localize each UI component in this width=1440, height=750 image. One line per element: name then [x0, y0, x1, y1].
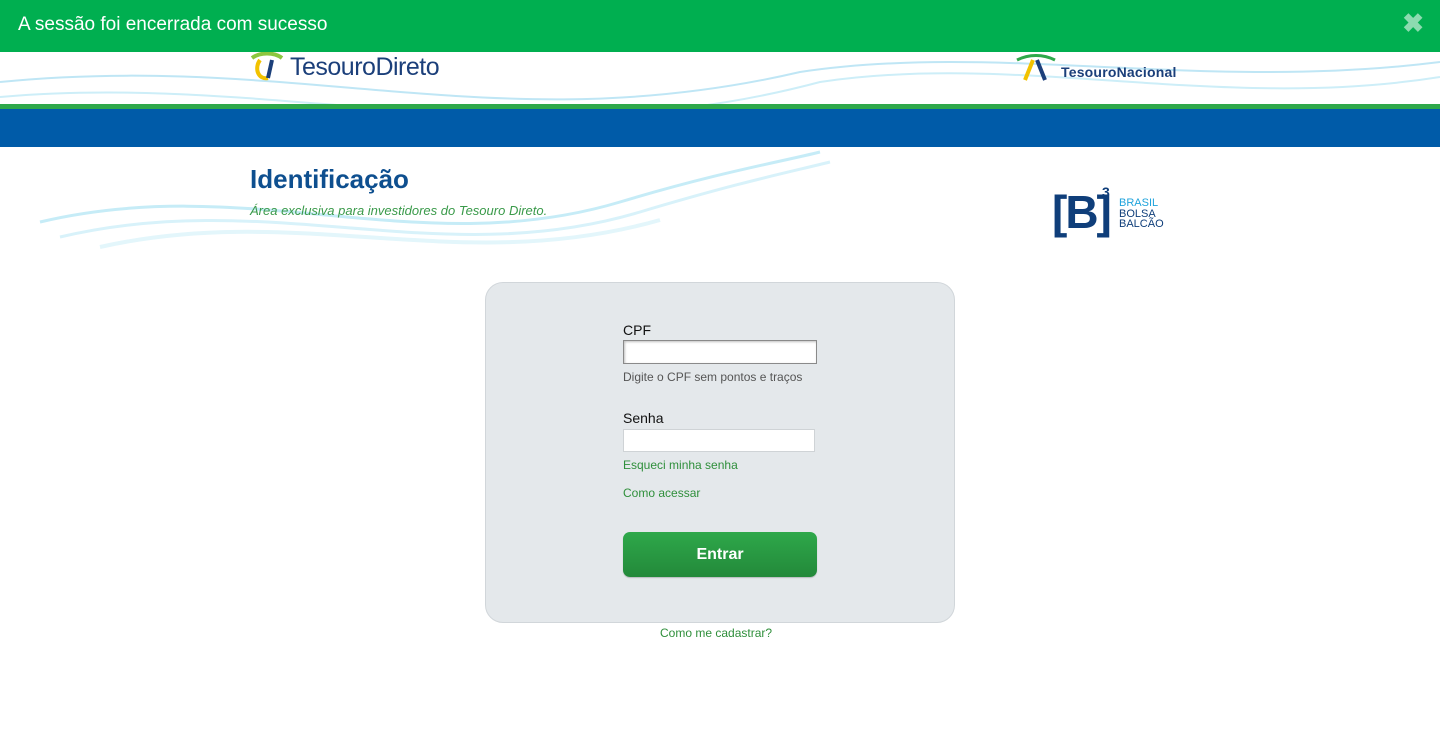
b3-logo: [B] 3 BRASIL BOLSA BALCÃO: [1052, 184, 1172, 240]
page-title: Identificação: [250, 164, 409, 194]
cpf-label: CPF: [623, 322, 651, 338]
tesouro-nacional-logo-text: TesouroNacional: [1061, 64, 1177, 80]
password-label: Senha: [623, 410, 664, 426]
b3-logo-line3: BALCÃO: [1119, 218, 1164, 230]
how-to-access-link[interactable]: Como acessar: [623, 486, 700, 500]
site-header: [0, 52, 1440, 104]
toast-message: A sessão foi encerrada com sucesso: [18, 14, 328, 35]
tesouro-direto-logo-text: TesouroDireto: [290, 52, 440, 81]
page-subtitle: Área exclusiva para investidores do Teso…: [250, 203, 548, 218]
cpf-input[interactable]: [623, 340, 817, 364]
cpf-hint: Digite o CPF sem pontos e traços: [623, 370, 803, 384]
register-link[interactable]: Como me cadastrar?: [660, 626, 772, 640]
tesouro-direto-logo[interactable]: TesouroDireto: [250, 52, 440, 82]
tesouro-direto-logo-icon: [250, 52, 284, 81]
b3-logo-superscript: 3: [1102, 184, 1110, 200]
forgot-password-link[interactable]: Esqueci minha senha: [623, 458, 738, 472]
tesouro-nacional-logo[interactable]: TesouroNacional: [1015, 52, 1177, 82]
password-input[interactable]: [623, 429, 815, 452]
success-toast: A sessão foi encerrada com sucesso ✖: [0, 0, 1440, 52]
tesouro-nacional-logo-icon: [1016, 54, 1056, 81]
header-blue-band: [0, 109, 1440, 147]
login-button[interactable]: Entrar: [623, 532, 817, 577]
close-icon[interactable]: ✖: [1402, 8, 1424, 39]
